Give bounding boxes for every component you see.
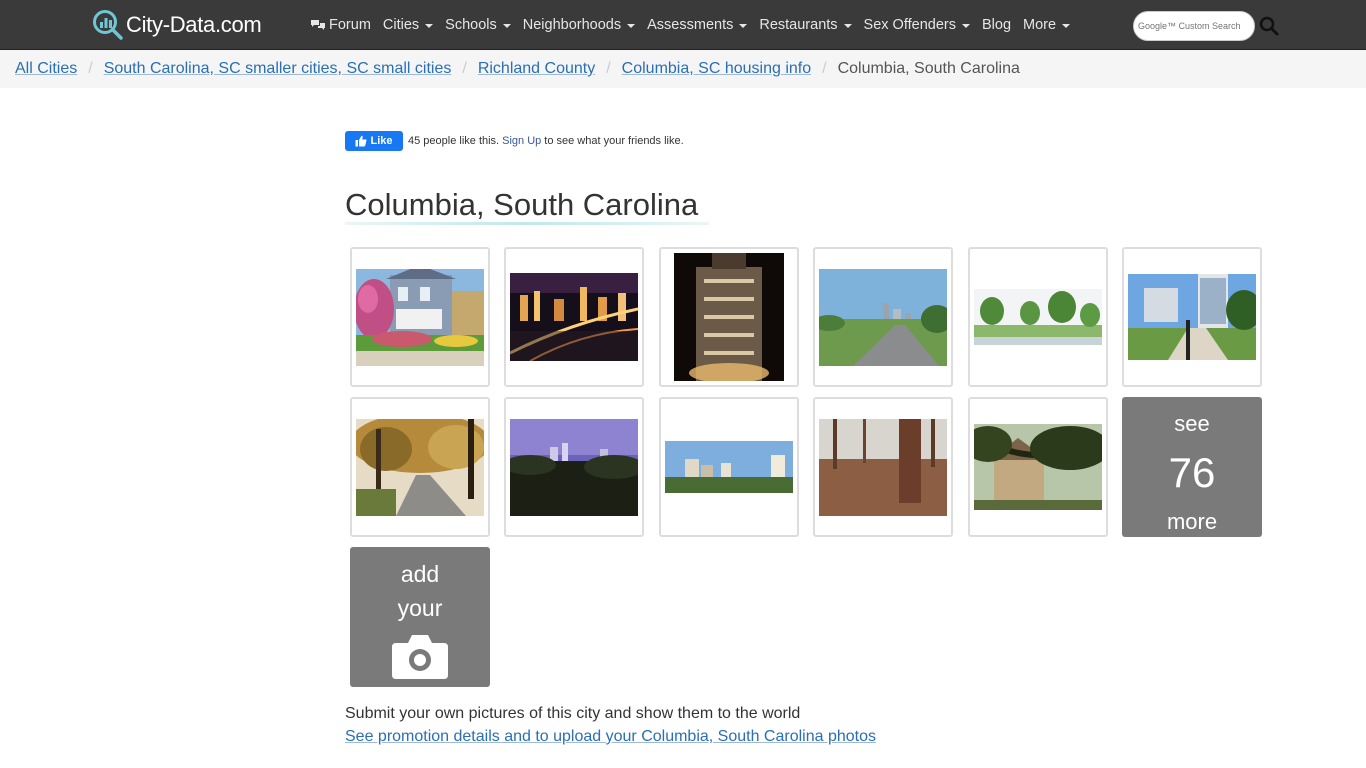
chevron-down-icon [627,24,636,28]
nav-restaurants-label: Restaurants [759,17,838,33]
photo-lit-tower-at-night [674,253,784,381]
photo-thumbnail[interactable] [813,247,953,387]
photo-oak-tree-and-building [974,424,1102,510]
page-title: Columbia, South Carolina [345,187,699,222]
photo-thumbnail[interactable] [813,397,953,537]
photo-thumbnail[interactable] [504,247,644,387]
nav-blog-label: Blog [981,17,1012,33]
photo-thumbnail[interactable] [350,397,490,537]
breadcrumb-separator: / [88,60,93,77]
nav-schools-label: Schools [445,17,497,33]
breadcrumb-separator: / [822,60,827,77]
chevron-down-icon [739,24,748,28]
facebook-like-button[interactable]: Like [345,131,403,151]
nav-cities[interactable]: Cities [382,17,434,33]
nav-more[interactable]: More [1023,17,1071,33]
breadcrumb-separator: / [606,60,611,77]
facebook-like-bar: Like 45 people like this. Sign Up to see… [345,131,684,151]
photo-park-trees-panorama [974,289,1102,345]
thumbs-up-icon [355,135,367,147]
nav-forum-label: Forum [329,17,371,33]
like-count-text: 45 people like this. [408,135,500,147]
add-label: add [400,561,440,587]
photo-pine-forest [819,418,947,516]
title-underline [345,222,709,225]
breadcrumb-state[interactable]: South Carolina, SC smaller cities, SC sm… [104,60,452,78]
main-nav: Forum Cities Schools Neighborhoods Asses… [310,0,1082,50]
breadcrumb-current: Columbia, South Carolina [837,60,1020,77]
top-navbar: City-Data.com Forum Cities Schools Neigh… [0,0,1366,50]
photo-house-with-garden [356,268,484,366]
nav-forum[interactable]: Forum [310,17,371,33]
submit-pictures-text: Submit your own pictures of this city an… [345,705,801,722]
nav-schools[interactable]: Schools [445,17,511,33]
nav-sex-offenders[interactable]: Sex Offenders [864,17,970,33]
your-label: your [397,595,443,621]
like-suffix-text: to see what your friends like. [544,135,684,147]
promotion-details-link[interactable]: See promotion details and to upload your… [345,728,876,746]
photo-thumbnail[interactable] [504,397,644,537]
photo-highway-to-skyline [819,268,947,366]
search-icon[interactable] [1259,16,1279,36]
like-button-label: Like [370,135,393,147]
see-more-suffix: more [1166,509,1218,534]
breadcrumb-all-cities[interactable]: All Cities [15,60,77,78]
site-logo[interactable]: City-Data.com [92,9,262,41]
photo-thumbnail[interactable] [659,247,799,387]
nav-blog[interactable]: Blog [982,17,1011,33]
photo-city-at-night-aerial [510,273,638,361]
photo-thumbnail[interactable] [968,397,1108,537]
chevron-down-icon [961,24,970,28]
breadcrumb-county[interactable]: Richland County [478,60,595,78]
chevron-down-icon [1062,24,1071,28]
breadcrumb-separator: / [462,60,467,77]
see-more-label: see [1174,411,1210,436]
nav-neighborhoods[interactable]: Neighborhoods [522,17,636,33]
photo-thumbnail[interactable] [659,397,799,537]
nav-neighborhoods-label: Neighborhoods [522,17,622,33]
nav-restaurants[interactable]: Restaurants [759,17,852,33]
chevron-down-icon [425,24,434,28]
photo-thumbnail[interactable] [1122,247,1262,387]
nav-more-label: More [1023,17,1057,33]
see-more-count: 76 [1168,449,1216,496]
magnifier-chart-logo-icon [93,10,123,40]
photo-thumbnail[interactable] [968,247,1108,387]
photo-thumbnail[interactable] [350,247,490,387]
photo-skyline-panorama [665,441,793,493]
chevron-down-icon [843,24,852,28]
search-box [1133,11,1255,41]
nav-assessments[interactable]: Assessments [647,17,748,33]
chevron-down-icon [502,24,511,28]
see-more-photos-tile[interactable]: see 76 more [1122,397,1262,537]
breadcrumb: All Cities / South Carolina, SC smaller … [0,50,1366,88]
nav-cities-label: Cities [382,17,420,33]
photo-plaza-with-buildings [1128,274,1256,360]
nav-assessments-label: Assessments [647,17,734,33]
logo-text: City-Data.com [126,12,262,37]
photo-autumn-park-path [356,418,484,516]
search-input[interactable] [1138,14,1254,38]
add-your-photo-tile[interactable]: add your [350,547,490,687]
nav-sex-offenders-label: Sex Offenders [863,17,956,33]
sign-up-link[interactable]: Sign Up [502,135,541,147]
camera-icon [392,635,448,679]
photo-purple-dusk-skyline [510,418,638,516]
breadcrumb-housing[interactable]: Columbia, SC housing info [622,60,811,78]
chat-bubbles-icon [311,19,325,30]
